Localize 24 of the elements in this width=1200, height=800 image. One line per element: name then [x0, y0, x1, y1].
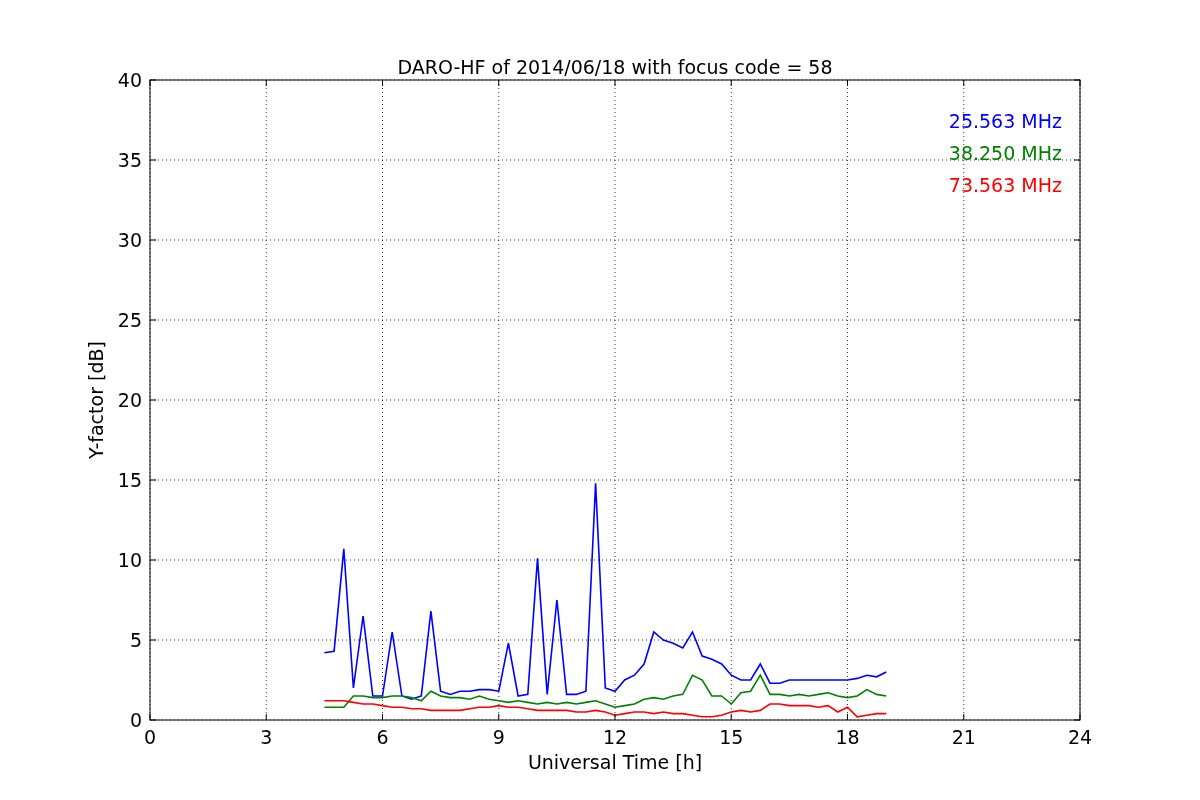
legend-label: 38.250 MHz — [948, 142, 1062, 164]
y-axis-label: Y-factor [dB] — [85, 341, 107, 459]
x-tick-label: 15 — [719, 726, 744, 748]
y-tick-label: 40 — [117, 69, 142, 91]
y-tick-label: 15 — [117, 469, 142, 491]
x-tick-label: 3 — [260, 726, 273, 748]
x-tick-label: 0 — [143, 726, 157, 748]
x-tick-label: 24 — [1067, 726, 1093, 748]
x-tick-label: 12 — [602, 726, 628, 748]
x-tick-label: 18 — [835, 726, 860, 748]
x-tick-label: 9 — [492, 726, 505, 748]
y-tick-label: 20 — [117, 389, 142, 411]
x-tick-label: 21 — [951, 726, 976, 748]
y-tick-label: 35 — [117, 149, 142, 171]
x-axis-label: Universal Time [h] — [527, 751, 703, 773]
chart-title: DARO-HF of 2014/06/18 with focus code = 58 — [397, 56, 833, 78]
y-tick-label: 0 — [129, 709, 142, 731]
x-tick-label: 6 — [376, 726, 389, 748]
y-tick-label: 10 — [117, 549, 142, 571]
y-tick-label: 25 — [117, 309, 142, 331]
y-tick-label: 5 — [129, 629, 142, 651]
legend-label: 25.563 MHz — [948, 110, 1062, 132]
y-tick-label: 30 — [117, 229, 142, 251]
legend-label: 73.563 MHz — [948, 174, 1062, 196]
